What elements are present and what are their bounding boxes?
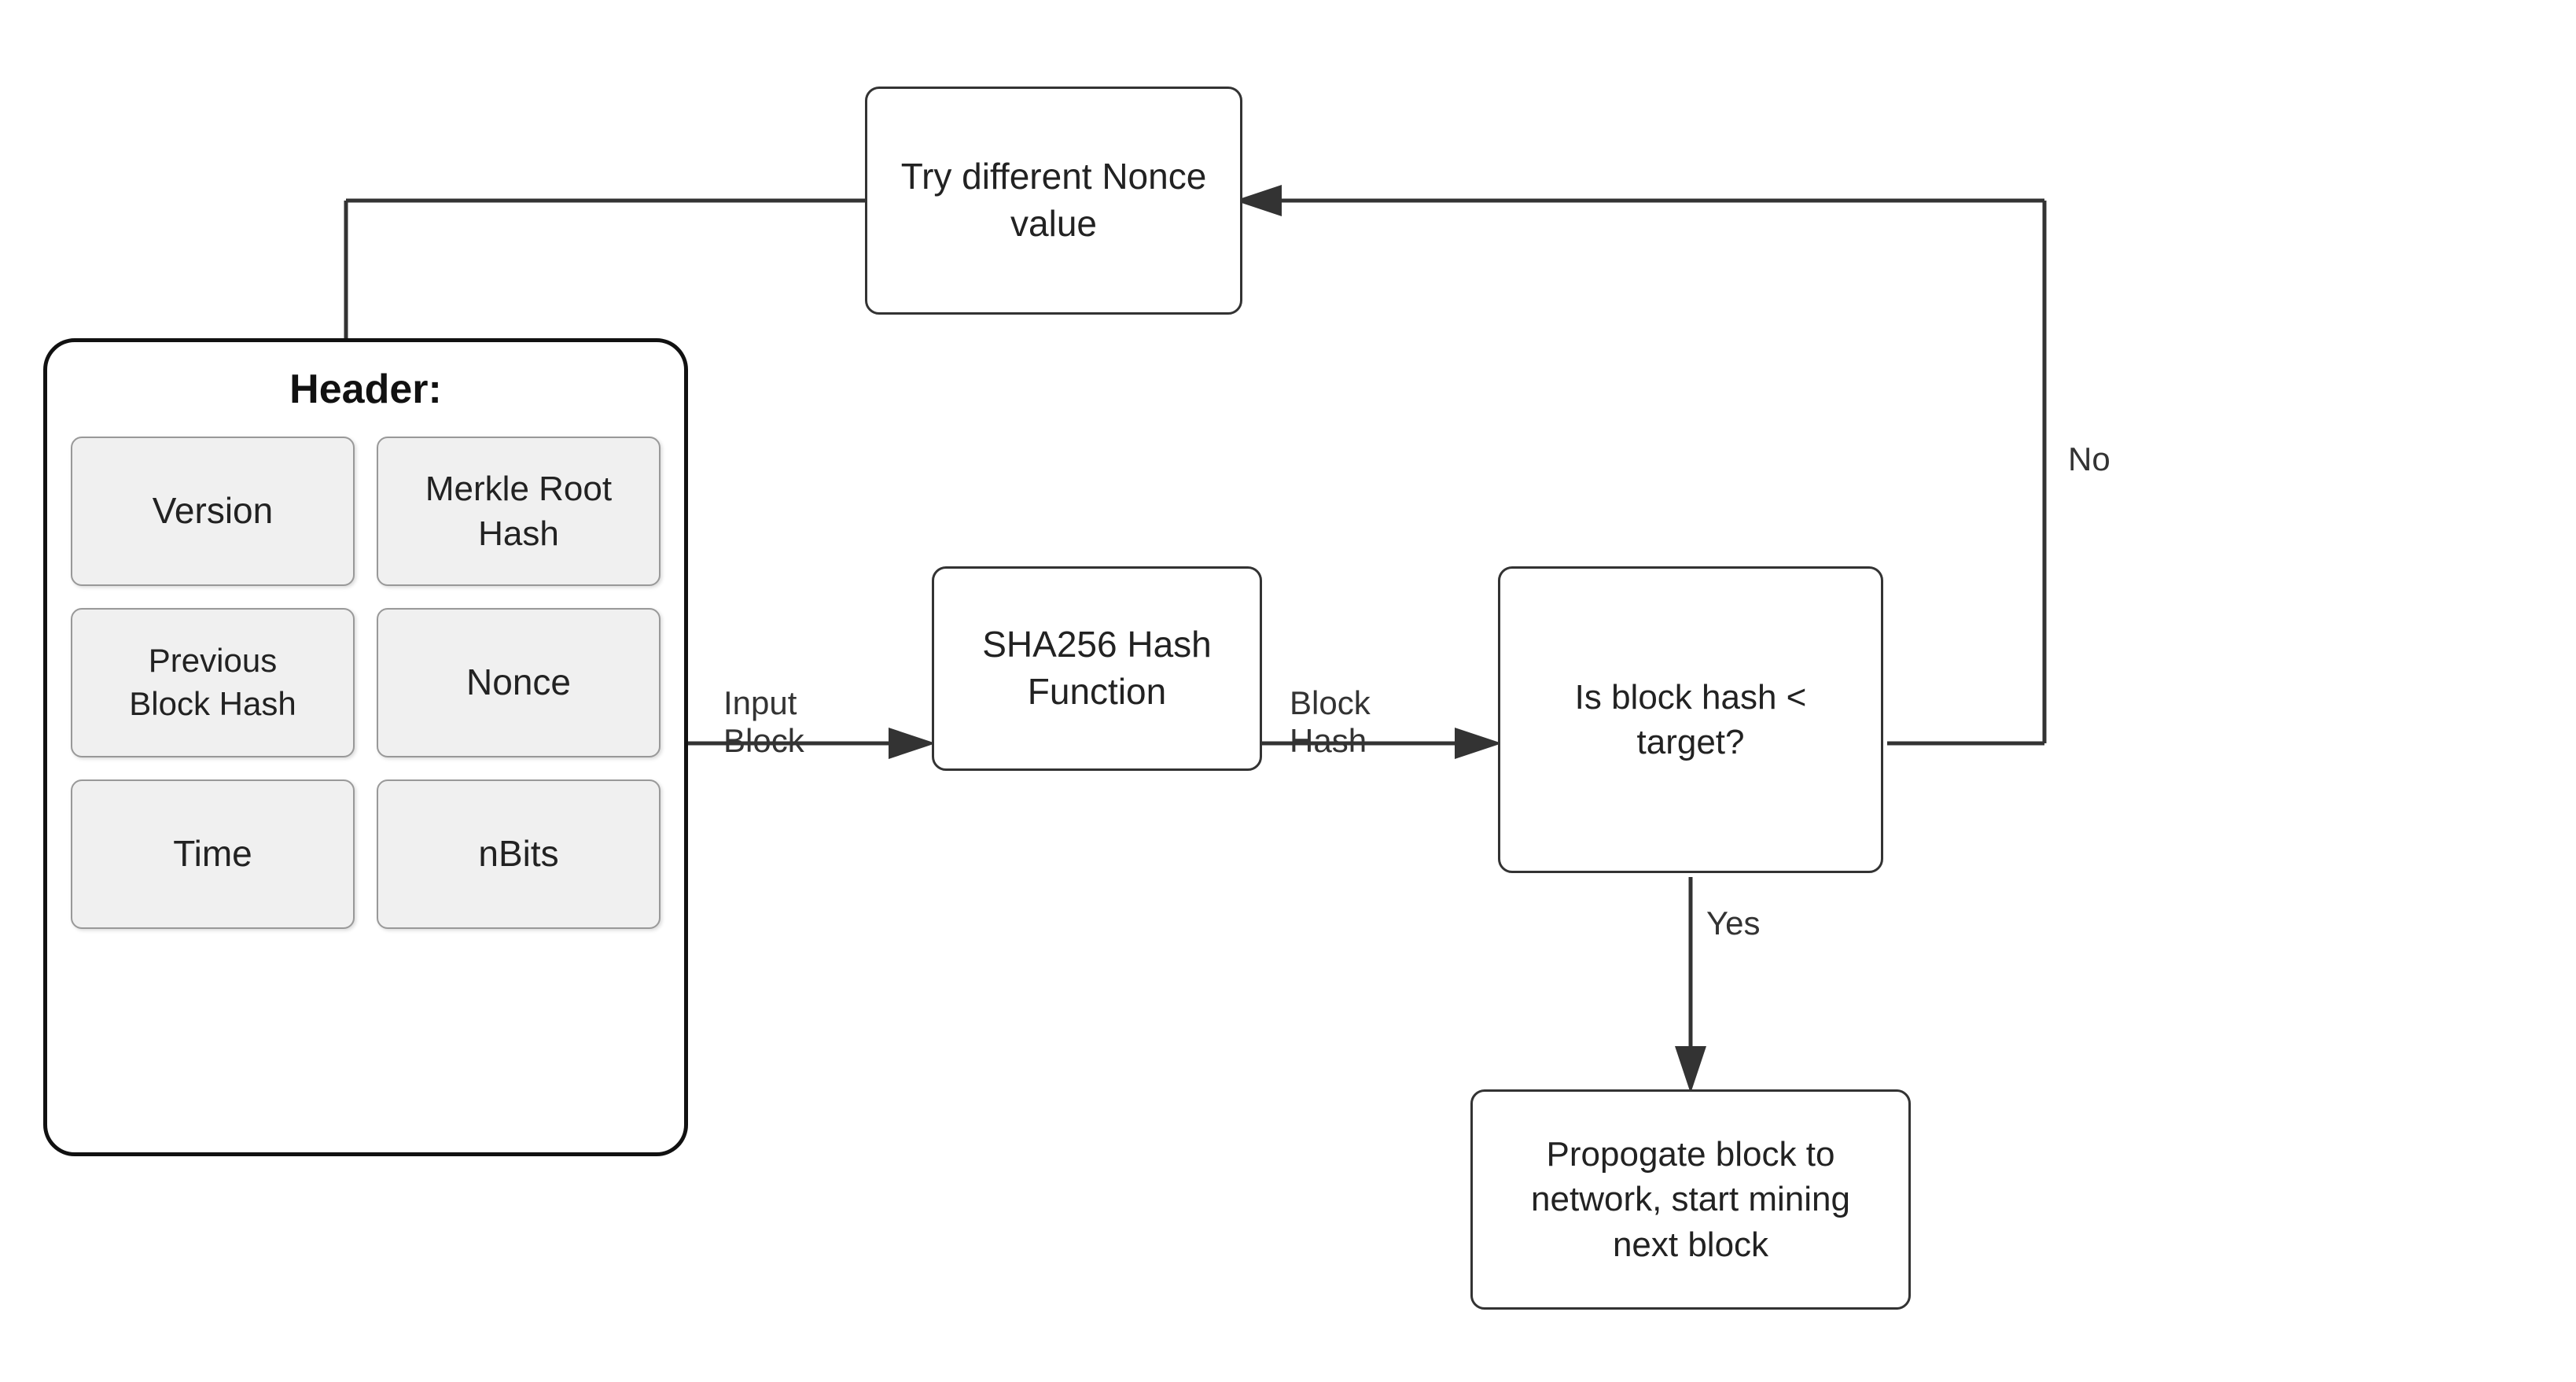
nbits-field: nBits (377, 779, 661, 929)
header-title: Header: (71, 366, 661, 413)
diagram-container: Try different Noncevalue Header: Version… (0, 0, 2576, 1382)
yes-label: Yes (1706, 905, 1761, 942)
merkle-root-field: Merkle RootHash (377, 437, 661, 586)
prev-block-hash-field: PreviousBlock Hash (71, 608, 355, 757)
version-label: Version (153, 488, 273, 535)
try-nonce-box: Try different Noncevalue (865, 87, 1242, 315)
sha256-box: SHA256 HashFunction (932, 566, 1262, 771)
propagate-label: Propogate block tonetwork, start miningn… (1531, 1132, 1850, 1267)
nonce-field: Nonce (377, 608, 661, 757)
is-hash-lt-target-label: Is block hash <target? (1575, 675, 1807, 765)
propagate-box: Propogate block tonetwork, start miningn… (1470, 1089, 1911, 1310)
header-grid: Version Merkle RootHash PreviousBlock Ha… (71, 437, 661, 929)
nbits-label: nBits (478, 831, 558, 878)
block-hash-label: BlockHash (1290, 684, 1371, 760)
version-field: Version (71, 437, 355, 586)
try-nonce-label: Try different Noncevalue (901, 153, 1207, 248)
merkle-root-label: Merkle RootHash (425, 466, 612, 556)
is-hash-lt-target-box: Is block hash <target? (1498, 566, 1883, 873)
nonce-label: Nonce (466, 659, 571, 706)
prev-block-hash-label: PreviousBlock Hash (129, 639, 296, 725)
time-label: Time (173, 831, 252, 878)
no-label: No (2068, 440, 2110, 478)
input-block-label: InputBlock (723, 684, 804, 760)
sha256-label: SHA256 HashFunction (982, 621, 1212, 716)
time-field: Time (71, 779, 355, 929)
header-container: Header: Version Merkle RootHash Previous… (43, 338, 688, 1156)
